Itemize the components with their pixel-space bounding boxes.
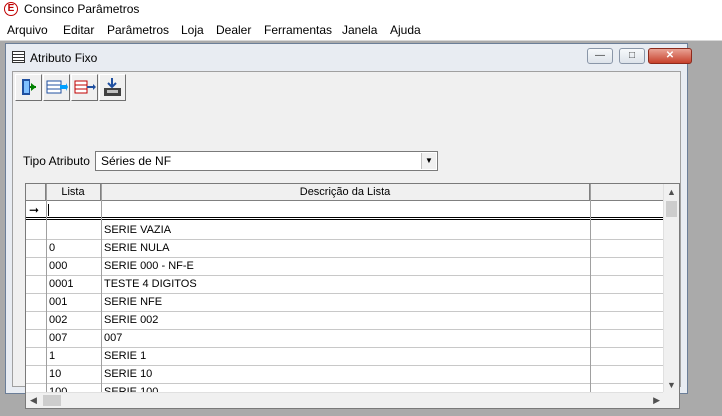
cell-lista[interactable]: 000 xyxy=(49,258,99,275)
vertical-scrollbar[interactable]: ▲ ▼ xyxy=(663,184,679,393)
cell-descricao[interactable]: SERIE VAZIA xyxy=(104,222,588,239)
cell-descricao[interactable]: SERIE 10 xyxy=(104,366,588,383)
tipo-atributo-label: Tipo Atributo xyxy=(23,154,90,168)
tipo-atributo-value: Séries de NF xyxy=(101,154,172,168)
cell-descricao[interactable]: 007 xyxy=(104,330,588,347)
table-row[interactable]: 007 007 xyxy=(26,330,664,348)
col-header-empty xyxy=(590,184,664,200)
remove-record-icon xyxy=(74,80,96,94)
menubar: Arquivo Editar Parâmetros Loja Dealer Fe… xyxy=(0,20,722,41)
table-row[interactable]: 0001 TESTE 4 DIGITOS xyxy=(26,276,664,294)
app-titlebar: E Consinco Parâmetros xyxy=(0,0,722,20)
exit-door-icon xyxy=(22,79,36,95)
menu-dealer[interactable]: Dealer xyxy=(216,23,251,37)
current-row-arrow-icon: ➞ xyxy=(29,203,40,217)
cell-lista[interactable]: 007 xyxy=(49,330,99,347)
cell-descricao[interactable]: SERIE 002 xyxy=(104,312,588,329)
menu-editar[interactable]: Editar xyxy=(63,23,94,37)
cell-descricao[interactable]: SERIE 000 - NF-E xyxy=(104,258,588,275)
grid-header: Lista Descrição da Lista xyxy=(26,184,664,201)
scroll-right-icon[interactable]: ▶ xyxy=(653,395,660,406)
cell-lista[interactable]: 001 xyxy=(49,294,99,311)
save-button[interactable] xyxy=(99,74,126,101)
horizontal-scroll-thumb[interactable] xyxy=(43,395,61,406)
app-title: Consinco Parâmetros xyxy=(24,2,140,16)
new-record-row[interactable]: ➞ xyxy=(26,201,664,220)
exit-button[interactable] xyxy=(15,74,42,101)
lista-grid[interactable]: Lista Descrição da Lista ➞ SERIE VAZIA 0 S… xyxy=(25,183,680,409)
chevron-down-icon[interactable]: ▼ xyxy=(421,153,436,169)
window-client-area: Tipo Atributo Séries de NF ▼ Lista Descr… xyxy=(12,71,681,409)
menu-parametros[interactable]: Parâmetros xyxy=(107,23,169,37)
window-list-icon xyxy=(12,51,25,63)
cell-descricao[interactable]: SERIE NULA xyxy=(104,240,588,257)
col-header-lista[interactable]: Lista xyxy=(46,184,101,200)
table-row[interactable]: 000 SERIE 000 - NF-E xyxy=(26,258,664,276)
grid-divider xyxy=(46,184,47,408)
minimize-button[interactable]: — xyxy=(587,48,613,64)
remove-record-button[interactable] xyxy=(71,74,98,101)
menu-ferramentas[interactable]: Ferramentas xyxy=(264,23,332,37)
menu-ajuda[interactable]: Ajuda xyxy=(390,23,421,37)
e-logo-icon: E xyxy=(4,2,18,16)
save-disk-icon xyxy=(104,78,121,96)
grid-divider xyxy=(101,184,102,408)
scroll-corner xyxy=(663,392,679,408)
table-row[interactable]: 1 SERIE 1 xyxy=(26,348,664,366)
row-selector-header xyxy=(26,184,46,200)
table-row[interactable]: 002 SERIE 002 xyxy=(26,312,664,330)
maximize-button[interactable]: □ xyxy=(619,48,645,64)
horizontal-scrollbar[interactable]: ◀ ▶ xyxy=(26,392,664,408)
close-button[interactable]: ✕ xyxy=(648,48,692,64)
cell-lista[interactable]: 002 xyxy=(49,312,99,329)
table-row[interactable]: 0 SERIE NULA xyxy=(26,240,664,258)
add-record-button[interactable] xyxy=(43,74,70,101)
scroll-down-icon[interactable]: ▼ xyxy=(667,380,676,390)
cell-descricao[interactable]: SERIE 1 xyxy=(104,348,588,365)
menu-loja[interactable]: Loja xyxy=(181,23,204,37)
window-title: Atributo Fixo xyxy=(30,51,98,65)
atributo-fixo-window: Atributo Fixo — □ ✕ Tipo Atributo Séries… xyxy=(5,43,692,409)
table-row[interactable]: 10 SERIE 10 xyxy=(26,366,664,384)
vertical-scroll-thumb[interactable] xyxy=(666,201,677,217)
scroll-up-icon[interactable]: ▲ xyxy=(667,187,676,197)
cell-lista[interactable]: 1 xyxy=(49,348,99,365)
tipo-atributo-select[interactable]: Séries de NF ▼ xyxy=(95,151,438,171)
menu-janela[interactable]: Janela xyxy=(342,23,377,37)
add-record-icon xyxy=(46,80,68,94)
cell-lista[interactable] xyxy=(49,222,99,239)
col-header-descricao[interactable]: Descrição da Lista xyxy=(101,184,590,200)
text-cursor xyxy=(48,204,49,216)
grid-divider xyxy=(590,184,591,408)
cell-lista[interactable]: 0001 xyxy=(49,276,99,293)
cell-lista[interactable]: 0 xyxy=(49,240,99,257)
cell-descricao[interactable]: SERIE NFE xyxy=(104,294,588,311)
scroll-left-icon[interactable]: ◀ xyxy=(30,395,37,406)
cell-descricao[interactable]: TESTE 4 DIGITOS xyxy=(104,276,588,293)
menu-arquivo[interactable]: Arquivo xyxy=(7,23,48,37)
cell-lista[interactable]: 10 xyxy=(49,366,99,383)
table-row[interactable]: SERIE VAZIA xyxy=(26,222,664,240)
table-row[interactable]: 001 SERIE NFE xyxy=(26,294,664,312)
toolbar xyxy=(15,74,133,102)
